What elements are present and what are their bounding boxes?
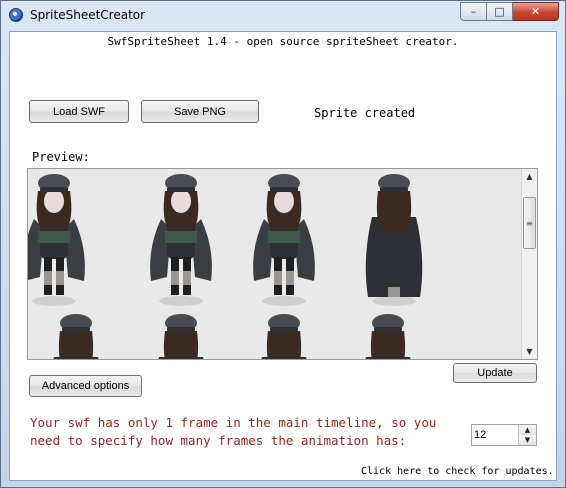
check-updates-link[interactable]: Click here to check for updates. — [361, 466, 554, 477]
scroll-up-icon[interactable]: ▲ — [523, 170, 536, 183]
stepper-buttons: ▲ ▼ — [518, 425, 536, 445]
update-button[interactable]: Update — [453, 363, 537, 383]
sprite-sheet-preview — [28, 169, 522, 359]
frames-stepper[interactable]: ▲ ▼ — [471, 424, 537, 446]
sprite-frame — [253, 174, 315, 306]
scroll-thumb[interactable]: ≡ — [523, 197, 536, 249]
window-controls: – □ ✕ — [460, 2, 559, 21]
preview-scrollbar[interactable]: ▲ ≡ ▼ — [521, 169, 537, 359]
app-window: SpriteSheetCreator – □ ✕ SwfSpriteSheet … — [0, 0, 566, 488]
sprite-frame — [47, 314, 105, 359]
app-globe-icon — [9, 8, 23, 22]
close-icon: ✕ — [530, 5, 541, 18]
save-png-button[interactable]: Save PNG — [141, 100, 259, 123]
title-bar[interactable]: SpriteSheetCreator – □ ✕ — [1, 1, 565, 31]
sprite-frame — [152, 314, 210, 359]
sprite-frame — [28, 174, 85, 306]
client-area: SwfSpriteSheet 1.4 - open source spriteS… — [9, 31, 557, 481]
scroll-down-icon[interactable]: ▼ — [523, 345, 536, 358]
maximize-icon: □ — [494, 5, 505, 18]
advanced-options-button[interactable]: Advanced options — [29, 375, 142, 397]
maximize-button[interactable]: □ — [487, 2, 513, 21]
status-text: Sprite created — [314, 106, 416, 120]
frames-message: Your swf has only 1 frame in the main ti… — [30, 414, 470, 450]
sprite-frame — [359, 314, 417, 359]
sprite-frame — [150, 174, 212, 306]
sprite-frame — [255, 314, 313, 359]
frames-message-line-2: need to specify how many frames the anim… — [30, 433, 407, 448]
close-button[interactable]: ✕ — [513, 2, 559, 21]
window-title: SpriteSheetCreator — [30, 8, 146, 22]
minimize-icon: – — [470, 5, 477, 18]
app-header: SwfSpriteSheet 1.4 - open source spriteS… — [107, 35, 459, 48]
preview-label: Preview: — [32, 150, 90, 164]
load-swf-button[interactable]: Load SWF — [29, 100, 129, 123]
frames-input[interactable] — [474, 427, 514, 443]
minimize-button[interactable]: – — [460, 2, 487, 21]
stepper-down-icon[interactable]: ▼ — [519, 435, 536, 445]
preview-panel[interactable]: ▲ ≡ ▼ — [27, 168, 538, 360]
sprite-frame — [365, 174, 423, 306]
frames-message-line-1: Your swf has only 1 frame in the main ti… — [30, 415, 437, 430]
stepper-up-icon[interactable]: ▲ — [519, 425, 536, 435]
